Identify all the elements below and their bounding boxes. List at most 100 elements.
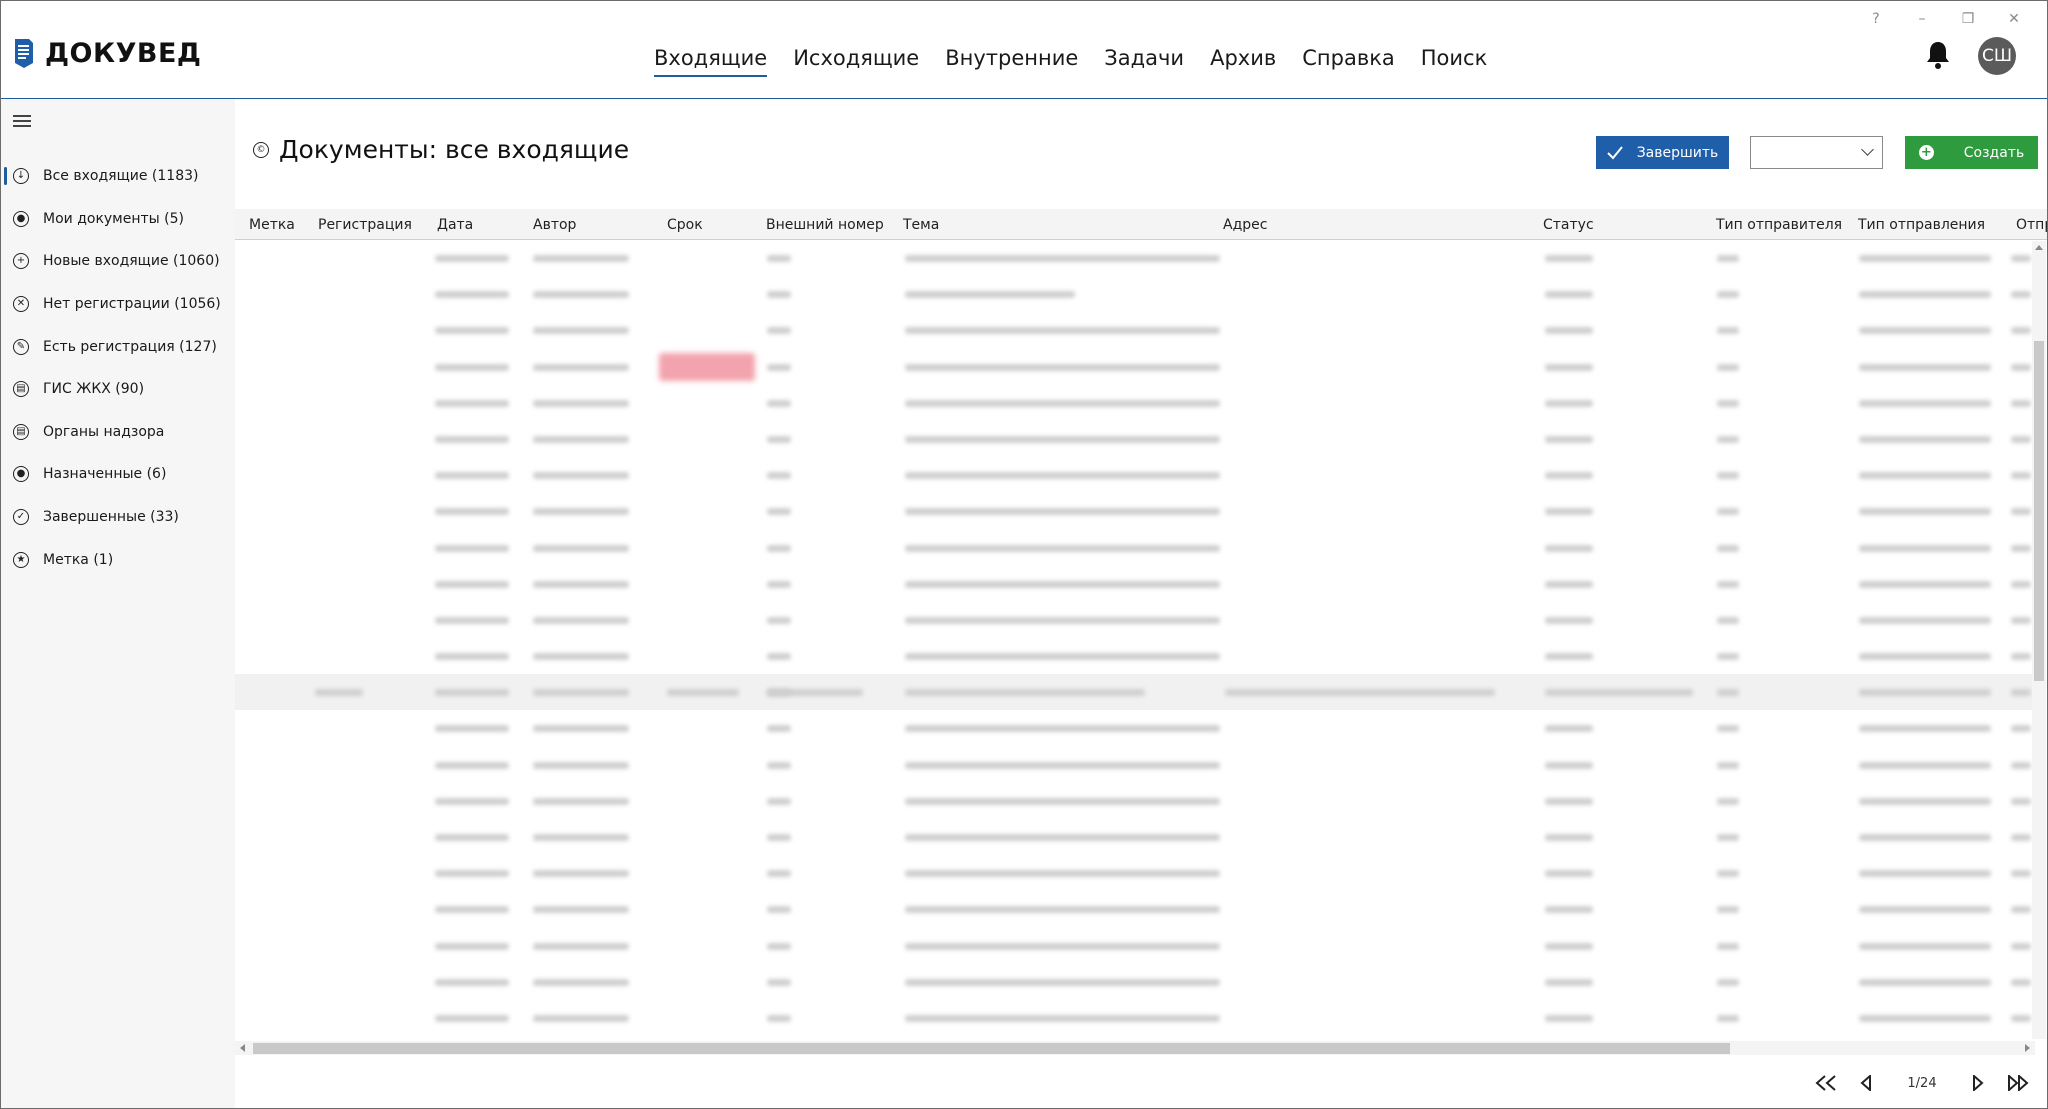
table-row[interactable]	[235, 566, 2035, 602]
table-row[interactable]	[235, 819, 2035, 855]
first-page-button[interactable]	[1806, 1071, 1846, 1095]
create-button[interactable]: + Создать	[1905, 136, 2038, 169]
table-row[interactable]	[235, 783, 2035, 819]
table-cell	[2011, 725, 2031, 733]
table-cell	[1859, 761, 1991, 769]
restore-window-button[interactable]: ❐	[1945, 7, 1991, 31]
table-cell	[533, 653, 629, 661]
table-cell	[1859, 363, 1991, 371]
table-cell	[533, 472, 629, 480]
table-cell	[533, 255, 629, 262]
column-header-delivery-type[interactable]: Тип отправления	[1858, 217, 1985, 233]
sidebar-item-supervision[interactable]: ▤ Органы надзора	[1, 411, 235, 454]
vertical-scrollbar[interactable]	[2032, 241, 2046, 1039]
table-cell	[533, 761, 629, 769]
table-row[interactable]	[235, 530, 2035, 566]
nav-tasks[interactable]: Задачи	[1091, 41, 1197, 75]
nav-outgoing[interactable]: Исходящие	[780, 41, 932, 75]
table-cell	[1545, 1014, 1593, 1022]
nav-help[interactable]: Справка	[1289, 41, 1408, 75]
column-header-status[interactable]: Статус	[1543, 217, 1594, 233]
table-row[interactable]	[235, 928, 2035, 964]
sidebar-item-assigned[interactable]: ● Назначенные (6)	[1, 453, 235, 496]
column-header-registration[interactable]: Регистрация	[318, 217, 412, 233]
column-header-external-number[interactable]: Внешний номер	[766, 217, 884, 233]
table-row[interactable]	[235, 240, 2035, 276]
table-row[interactable]	[235, 891, 2035, 927]
filter-select[interactable]	[1750, 136, 1883, 169]
horizontal-scrollbar[interactable]	[235, 1041, 2035, 1055]
table-row[interactable]	[235, 493, 2035, 529]
table-cell	[767, 363, 791, 371]
table-row[interactable]	[235, 385, 2035, 421]
table-cell	[2011, 653, 2031, 661]
table-cell	[1859, 834, 1991, 841]
sidebar-item-completed[interactable]: ✓ Завершенные (33)	[1, 496, 235, 539]
table-row[interactable]	[235, 964, 2035, 1000]
scroll-right-icon[interactable]	[2025, 1044, 2030, 1052]
table-cell	[1225, 689, 1495, 697]
column-header-address[interactable]: Адрес	[1223, 217, 1267, 233]
column-header-deadline[interactable]: Срок	[667, 217, 703, 233]
sidebar-item-no-registration[interactable]: ✕ Нет регистрации (1056)	[1, 283, 235, 326]
table-row[interactable]	[235, 710, 2035, 746]
table-cell	[1717, 255, 1739, 262]
sidebar-item-gis-zhkh[interactable]: ▤ ГИС ЖКХ (90)	[1, 368, 235, 411]
horizontal-scroll-thumb[interactable]	[253, 1043, 1730, 1054]
finish-button[interactable]: Завершить	[1596, 136, 1729, 169]
table-row[interactable]	[235, 638, 2035, 674]
table-row[interactable]	[235, 855, 2035, 891]
last-page-button[interactable]	[1998, 1071, 2038, 1095]
table-cell	[1859, 508, 1991, 516]
sidebar-item-label: Новые входящие (1060)	[43, 253, 220, 270]
sidebar-item-my-documents[interactable]: ● Мои документы (5)	[1, 198, 235, 241]
table-cell	[1717, 906, 1739, 914]
user-filled-circle-icon: ●	[13, 466, 29, 483]
scroll-up-icon[interactable]	[2035, 245, 2043, 250]
column-header-sender-type[interactable]: Тип отправителя	[1716, 217, 1842, 233]
sidebar-item-has-registration[interactable]: ✎ Есть регистрация (127)	[1, 325, 235, 368]
scroll-thumb[interactable]	[2034, 341, 2044, 681]
table-cell	[533, 399, 629, 407]
sidebar-item-label-mark[interactable]: ★ Метка (1)	[1, 538, 235, 581]
table-row[interactable]	[235, 276, 2035, 312]
table-cell	[2011, 327, 2031, 335]
table-row[interactable]	[235, 312, 2035, 348]
bell-icon[interactable]	[1924, 39, 1952, 71]
column-header-sender[interactable]: Отпр	[2016, 217, 2047, 233]
table-row[interactable]	[235, 457, 2035, 493]
table-row[interactable]	[235, 674, 2035, 711]
app-logo[interactable]: ДОКУВЕД	[13, 37, 201, 69]
table-row[interactable]	[235, 602, 2035, 638]
app-header: ДОКУВЕД Входящие Исходящие Внутренние За…	[1, 1, 2047, 99]
close-window-button[interactable]: ✕	[1991, 7, 2037, 31]
column-header-subject[interactable]: Тема	[903, 217, 939, 233]
next-page-button[interactable]	[1958, 1071, 1998, 1095]
nav-search[interactable]: Поиск	[1408, 41, 1501, 75]
table-row[interactable]	[235, 747, 2035, 783]
table-cell	[1717, 870, 1739, 878]
table-row[interactable]	[235, 1000, 2035, 1036]
minimize-window-button[interactable]: –	[1899, 7, 1945, 31]
sidebar-item-label: Все входящие (1183)	[43, 168, 199, 185]
hamburger-menu-icon[interactable]	[13, 115, 31, 127]
table-row[interactable]	[235, 421, 2035, 457]
table-row[interactable]	[235, 349, 2035, 385]
nav-incoming[interactable]: Входящие	[641, 41, 780, 77]
nav-internal[interactable]: Внутренние	[932, 41, 1091, 75]
user-avatar[interactable]: СШ	[1978, 37, 2016, 75]
table-cell	[435, 255, 509, 262]
column-header-date[interactable]: Дата	[437, 217, 473, 233]
help-window-button[interactable]: ?	[1853, 7, 1899, 31]
column-header-author[interactable]: Автор	[533, 217, 576, 233]
sidebar-item-all-incoming[interactable]: ↓ Все входящие (1183)	[1, 155, 235, 198]
table-cell	[1717, 834, 1739, 841]
table-cell	[533, 508, 629, 516]
sidebar-item-new-incoming[interactable]: + Новые входящие (1060)	[1, 240, 235, 283]
scroll-left-icon[interactable]	[240, 1044, 245, 1052]
column-header-mark[interactable]: Метка	[249, 217, 295, 233]
nav-archive[interactable]: Архив	[1197, 41, 1289, 75]
prev-page-button[interactable]	[1846, 1071, 1886, 1095]
table-cell	[533, 834, 629, 841]
table-cell	[2011, 978, 2031, 986]
